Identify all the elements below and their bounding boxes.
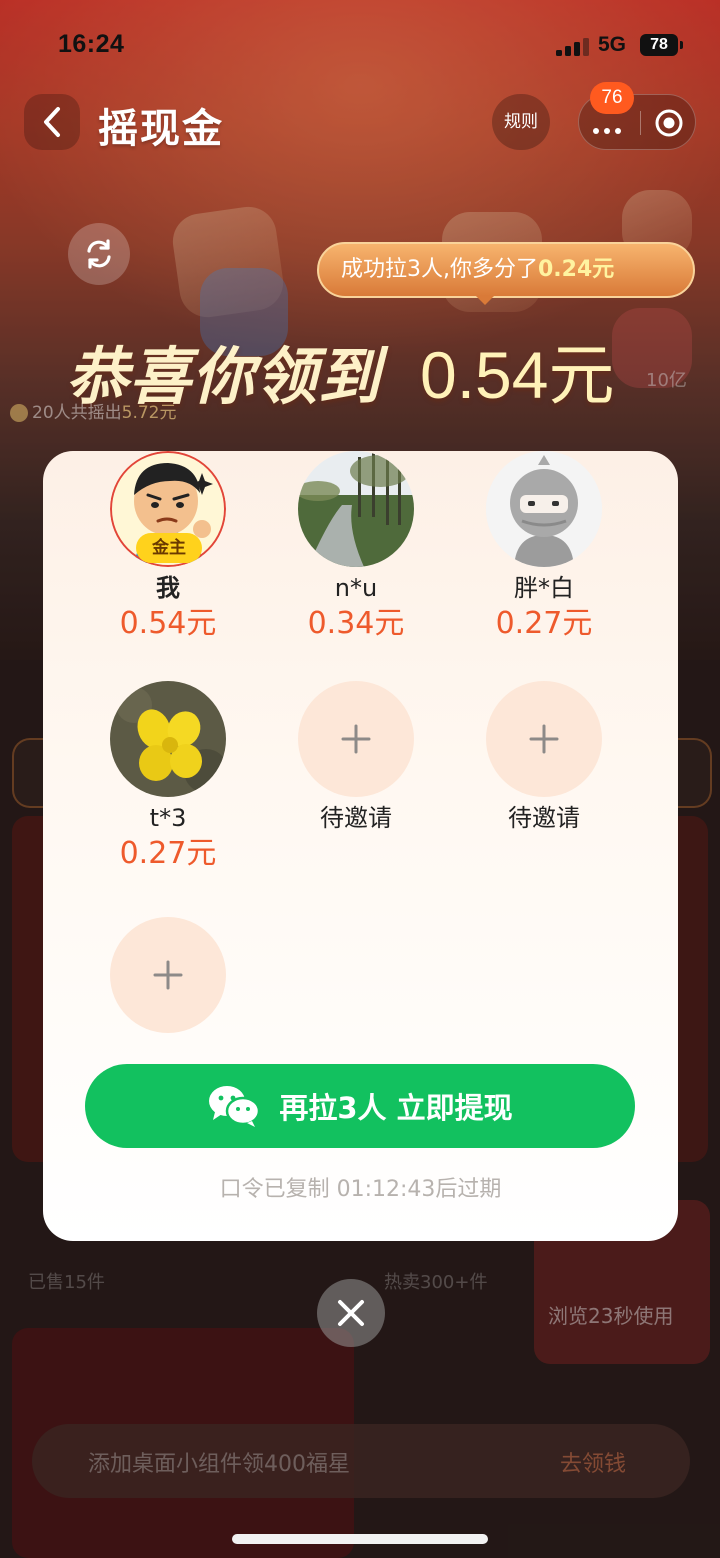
- notification-badge: 76: [590, 82, 634, 114]
- invite-slot-circle[interactable]: [486, 681, 602, 797]
- refresh-icon: [87, 239, 111, 269]
- invite-slot[interactable]: [88, 917, 248, 1033]
- refresh-button[interactable]: [68, 223, 130, 285]
- summary-amount: 5.72元: [121, 403, 177, 423]
- page-title: 摇现金: [98, 106, 224, 152]
- member-amount: 0.34元: [307, 606, 405, 641]
- bubble-amount: 0.24元: [538, 257, 615, 282]
- status-time: 16:24: [58, 30, 125, 58]
- invite-button-label: 再拉3人 立即提现: [279, 1091, 513, 1125]
- invite-slot-circle[interactable]: [298, 681, 414, 797]
- invite-label: 待邀请: [320, 804, 392, 832]
- bonus-bubble: 成功拉3人,你多分了0.24元: [317, 242, 695, 298]
- yellow-flower-avatar: [110, 681, 226, 797]
- received-amount: 0.54元: [420, 338, 615, 412]
- member-me: 金主 我 0.54元: [88, 451, 248, 643]
- gold-master-tag: 金主: [136, 533, 202, 563]
- invite-slot-circle[interactable]: [110, 917, 226, 1033]
- plus-icon: [341, 724, 371, 754]
- member-2: n*u 0.34元: [276, 451, 436, 643]
- bubble-text: 成功拉3人,你多分了: [341, 257, 538, 282]
- close-icon: [338, 1300, 364, 1326]
- capsule-divider: [640, 111, 641, 135]
- password-expire-text: 口令已复制 01:12:43后过期: [219, 1177, 502, 1202]
- invite-slot[interactable]: 待邀请: [276, 681, 436, 833]
- home-indicator[interactable]: [232, 1534, 488, 1544]
- shake-summary: 20人共摇出5.72元: [10, 398, 177, 423]
- network-type: 5G: [598, 33, 627, 56]
- park-path-avatar: [298, 451, 414, 567]
- invite-label: 待邀请: [508, 804, 580, 832]
- close-modal-button[interactable]: [317, 1279, 385, 1347]
- invite-withdraw-button[interactable]: 再拉3人 立即提现: [85, 1064, 635, 1148]
- plus-icon: [153, 960, 183, 990]
- member-3: 胖*白 0.27元: [464, 451, 624, 643]
- member-name: 胖*白: [514, 574, 574, 602]
- invite-slot[interactable]: 待邀请: [464, 681, 624, 833]
- member-amount: 0.27元: [495, 606, 593, 641]
- back-button[interactable]: [24, 94, 80, 150]
- battery-icon: 78: [640, 34, 683, 56]
- more-dots-icon[interactable]: [593, 119, 626, 138]
- cartoon-man-avatar: 金主: [110, 451, 226, 567]
- chevron-left-icon: [44, 107, 60, 137]
- member-name: 我: [156, 574, 180, 602]
- coin-icon: [10, 404, 28, 422]
- wechat-icon: [209, 1086, 261, 1127]
- signal-icon: [556, 38, 590, 56]
- summary-text: 20人共摇出: [32, 403, 122, 423]
- member-name: t*3: [149, 804, 187, 832]
- member-name: n*u: [334, 574, 378, 602]
- member-4: t*3 0.27元: [88, 681, 248, 873]
- target-circle-icon[interactable]: [654, 108, 684, 138]
- plus-icon: [529, 724, 559, 754]
- battery-level: 78: [650, 36, 668, 53]
- rules-button[interactable]: 规则: [492, 94, 550, 150]
- ninja-avatar: [486, 451, 602, 567]
- member-amount: 0.27元: [119, 836, 217, 871]
- bubble-tail: [475, 295, 495, 305]
- share-cash-modal: 金主 我 0.54元 n*u 0.34元 胖*白 0.27元 t*3 0.27元…: [43, 451, 678, 1241]
- member-amount: 0.54元: [119, 606, 217, 641]
